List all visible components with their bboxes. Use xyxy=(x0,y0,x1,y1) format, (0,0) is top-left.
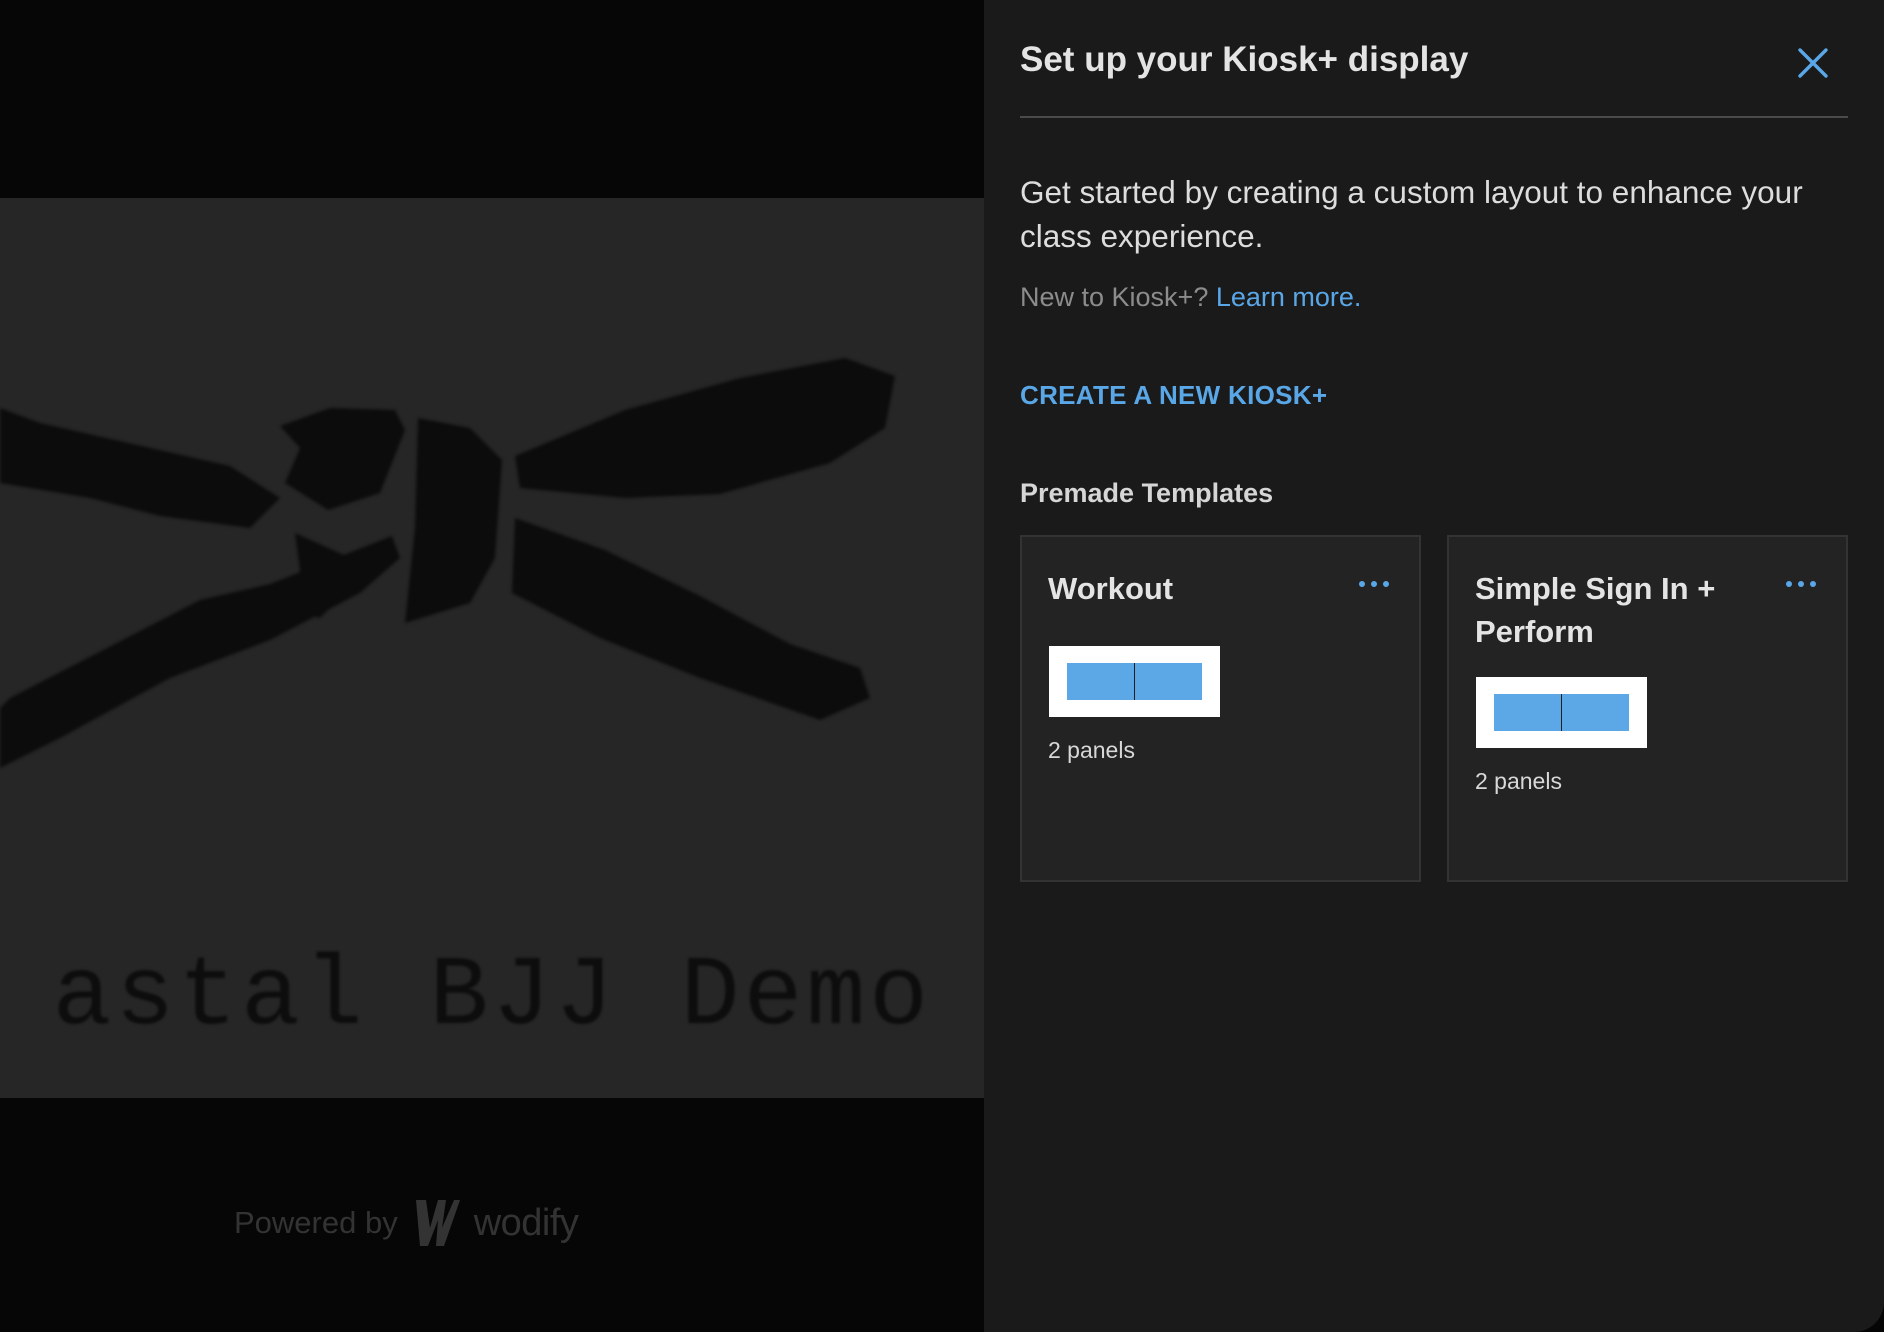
layout-preview-panel xyxy=(1134,663,1202,700)
layout-preview-panel xyxy=(1494,694,1561,731)
layout-preview-panel xyxy=(1067,663,1134,700)
panel-count: 2 panels xyxy=(1475,768,1562,794)
template-card-simple-sign-in-perform[interactable]: Simple Sign In + Perform 2 panels xyxy=(1447,535,1848,882)
premade-templates-heading: Premade Templates xyxy=(1020,478,1274,508)
kiosk-setup-drawer: Set up your Kiosk+ display Get started b… xyxy=(984,0,1884,1332)
panel-count: 2 panels xyxy=(1048,737,1135,763)
intro-text: Get started by creating a custom layout … xyxy=(1020,174,1803,254)
new-to-kiosk-text: New to Kiosk+? Learn more. xyxy=(1020,282,1361,313)
wodify-logo-icon xyxy=(415,1200,460,1246)
close-button[interactable] xyxy=(1796,46,1830,80)
close-icon xyxy=(1798,48,1828,78)
powered-by-footer: Powered by wodify xyxy=(234,1198,579,1248)
kiosk-background: astal BJJ Demo Powered by wodify xyxy=(0,0,984,1332)
create-new-kiosk-button[interactable]: CREATE A NEW KIOSK+ xyxy=(1020,380,1327,411)
layout-preview-thumbnail xyxy=(1476,677,1647,748)
layout-preview-panel xyxy=(1561,694,1629,731)
learn-more-link[interactable]: Learn more. xyxy=(1216,282,1362,312)
drawer-title: Set up your Kiosk+ display xyxy=(1020,40,1469,79)
more-horizontal-icon[interactable] xyxy=(1359,581,1389,587)
template-card-workout[interactable]: Workout 2 panels xyxy=(1020,535,1421,882)
more-horizontal-icon[interactable] xyxy=(1786,581,1816,587)
powered-by-label: Powered by xyxy=(234,1205,398,1240)
gym-banner: astal BJJ Demo xyxy=(0,198,984,1098)
drawer-header: Set up your Kiosk+ display xyxy=(1020,0,1848,118)
layout-preview-thumbnail xyxy=(1049,646,1220,717)
gym-name-text: astal BJJ Demo xyxy=(52,942,932,1053)
template-name: Workout xyxy=(1048,571,1174,606)
template-name: Simple Sign In + Perform xyxy=(1475,571,1716,649)
new-to-kiosk-label: New to Kiosk+? xyxy=(1020,282,1209,312)
wodify-brand-name: wodify xyxy=(473,1201,579,1244)
